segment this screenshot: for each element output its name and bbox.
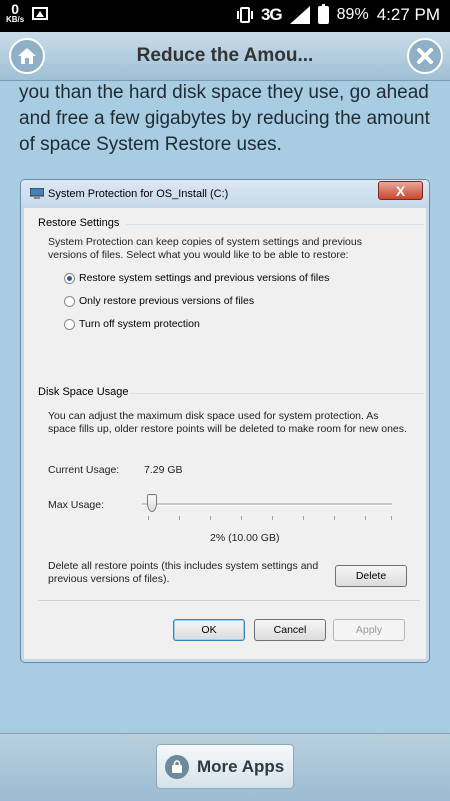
radio-label: Turn off system protection (79, 318, 200, 330)
vibrate-icon (236, 7, 253, 23)
radio-restore-system-and-files[interactable]: Restore system settings and previous ver… (64, 272, 329, 284)
apply-button[interactable]: Apply (333, 619, 405, 641)
article-text: you than the hard disk space they use, g… (19, 82, 430, 155)
delete-button-label: Delete (355, 570, 387, 582)
ok-button-label: OK (201, 624, 217, 636)
max-usage-label: Max Usage: (48, 499, 105, 511)
slider-tick (179, 516, 180, 520)
radio-label: Restore system settings and previous ver… (79, 272, 330, 284)
dialog-close-label: X (395, 182, 406, 199)
apply-button-label: Apply (355, 624, 383, 636)
ok-button[interactable]: OK (173, 619, 245, 641)
slider-tick (365, 516, 366, 520)
dialog-titlebar: System Protection for OS_Install (C:) X (21, 180, 429, 208)
radio-turn-off[interactable]: Turn off system protection (64, 318, 200, 330)
max-usage-slider-track[interactable] (142, 503, 392, 506)
shopping-bag-glyph (172, 759, 182, 773)
slider-tick (391, 516, 392, 520)
slider-tick (241, 516, 242, 520)
separator (38, 600, 420, 601)
restore-settings-label: Restore Settings (38, 217, 120, 229)
network-type: 3G (260, 5, 283, 24)
computer-icon (30, 188, 44, 199)
app-header: Reduce the Amou... (0, 32, 450, 81)
delete-button[interactable]: Delete (335, 565, 407, 587)
delete-restore-points-text: Delete all restore points (this includes… (48, 560, 319, 585)
close-button[interactable] (407, 38, 443, 74)
shopping-bag-icon (165, 754, 189, 779)
radio-dot (64, 295, 75, 307)
slider-tick (272, 516, 273, 520)
signal-icon (289, 6, 310, 24)
more-apps-label: More Apps (197, 756, 285, 776)
current-usage-label: Current Usage: (48, 464, 120, 476)
disk-space-description: You can adjust the maximum disk space us… (48, 410, 407, 435)
page-title: Reduce the Amou... (136, 45, 314, 66)
radio-dot (64, 318, 75, 330)
slider-tick (148, 516, 149, 520)
slider-tick (303, 516, 304, 520)
divider (130, 393, 424, 394)
current-usage-value: 7.29 GB (144, 464, 183, 476)
network-speed-unit: KB/s (6, 15, 25, 24)
disk-space-usage-label: Disk Space Usage (38, 386, 129, 398)
dialog-body: Restore Settings System Protection can k… (26, 210, 424, 657)
slider-tick (210, 516, 211, 520)
close-icon (417, 48, 433, 64)
slider-tick (334, 516, 335, 520)
cancel-button-label: Cancel (273, 624, 307, 636)
footer-bar: More Apps (0, 733, 450, 801)
dialog-title: System Protection for OS_Install (C:) (48, 188, 229, 200)
divider (126, 224, 424, 225)
network-speed-value: 0 (11, 1, 20, 17)
status-bar: 0 KB/s 3G 89% 4:27 PM (0, 0, 450, 32)
radio-label: Only restore previous versions of files (79, 295, 255, 307)
image-notification-icon (32, 6, 49, 20)
max-usage-slider-thumb[interactable] (147, 494, 157, 512)
battery-icon (317, 4, 329, 24)
battery-percent: 89% (336, 6, 369, 23)
dialog-close-button[interactable]: X (378, 181, 423, 200)
network-speed: 0 KB/s (6, 2, 24, 24)
max-usage-value: 2% (10.00 GB) (210, 532, 280, 544)
radio-dot (64, 272, 75, 284)
system-protection-dialog: System Protection for OS_Install (C:) X … (20, 179, 430, 663)
clock: 4:27 PM (376, 5, 440, 24)
restore-settings-description: System Protection can keep copies of sys… (48, 236, 362, 261)
radio-only-files[interactable]: Only restore previous versions of files (64, 295, 254, 307)
more-apps-button[interactable]: More Apps (156, 744, 294, 789)
cancel-button[interactable]: Cancel (254, 619, 326, 641)
